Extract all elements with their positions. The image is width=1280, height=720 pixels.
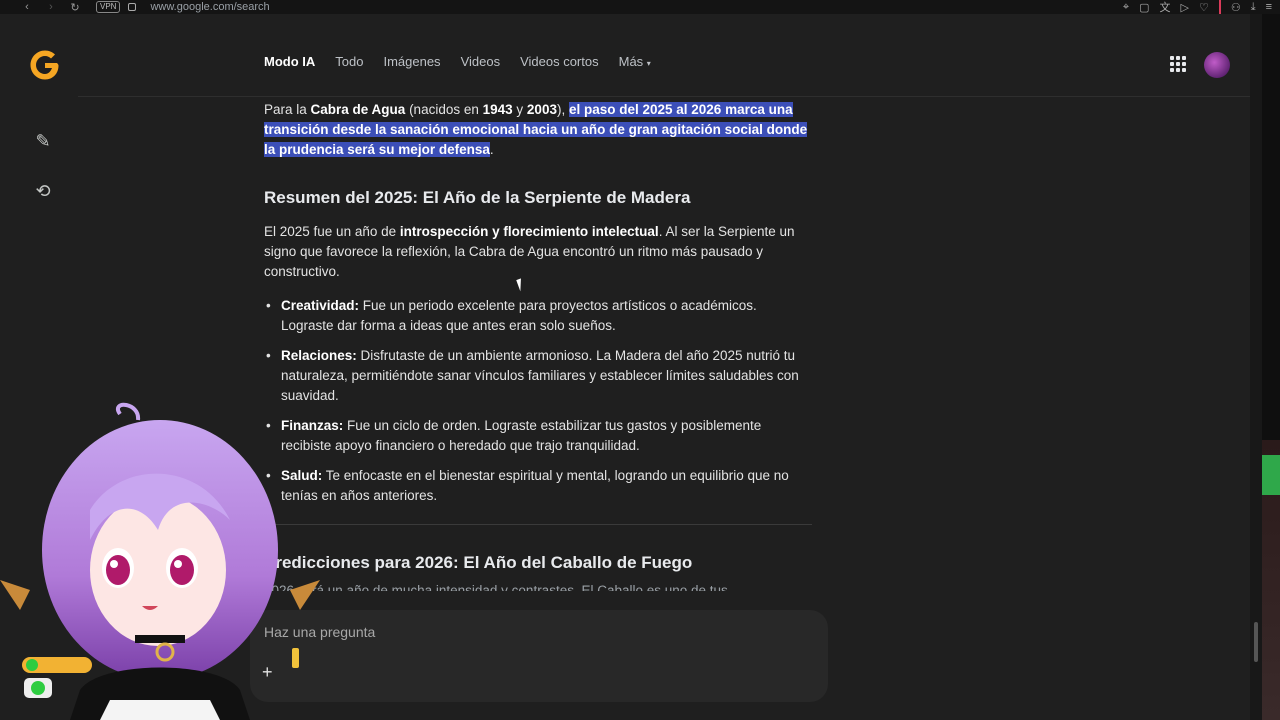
play-icon[interactable]: ▷ — [1180, 1, 1188, 14]
background-window-icon — [1262, 455, 1280, 495]
para-text: El 2025 fue un año de — [264, 224, 400, 239]
overlay-badge — [22, 657, 92, 673]
status-dot-icon — [26, 659, 38, 671]
snapshot-icon[interactable]: ▢ — [1139, 1, 1149, 14]
apps-grid-icon[interactable] — [1170, 56, 1186, 72]
toolbar-icons: ⌖ ▢ 文 ▷ ♡ ⚇ ⤓ ≡ — [1123, 0, 1272, 14]
intro-bold: Cabra de Agua — [310, 102, 406, 117]
list-item: Relaciones: Disfrutaste de un ambiente a… — [264, 346, 812, 406]
tab-todo[interactable]: Todo — [335, 54, 363, 69]
tab-imagenes[interactable]: Imágenes — [383, 54, 440, 69]
browser-toolbar: ‹ › ↻ VPN www.google.com/search ⌖ ▢ 文 ▷ … — [0, 0, 1280, 14]
bullet-label: Creatividad: — [281, 298, 360, 313]
tab-mas[interactable]: Más ▾ — [619, 54, 651, 69]
list-item: Creatividad: Fue un periodo excelente pa… — [264, 296, 812, 336]
search-tabs: Modo IA Todo Imágenes Videos Videos cort… — [264, 54, 651, 69]
account-avatar[interactable] — [1204, 52, 1230, 78]
pin-icon[interactable]: ⌖ — [1123, 1, 1129, 14]
scrollbar-thumb[interactable] — [1254, 622, 1258, 662]
intro-text: Para la — [264, 102, 311, 117]
heart-icon[interactable]: ♡ — [1199, 1, 1209, 14]
tab-modo-ia[interactable]: Modo IA — [264, 54, 315, 69]
para-bold: introspección y florecimiento intelectua… — [399, 224, 659, 239]
overlay-badge — [24, 678, 52, 698]
status-dot-icon — [31, 681, 45, 695]
list-item: Salud: Te enfocaste en el bienestar espi… — [264, 466, 812, 506]
section-divider — [264, 524, 812, 525]
history-icon[interactable]: ⟲ — [30, 178, 56, 204]
bullet-text: Te enfocaste en el bienestar espiritual … — [281, 468, 789, 503]
tab-mas-label: Más — [618, 54, 644, 69]
partial-paragraph: 2026 será un año de mucha intensidad y c… — [264, 583, 728, 591]
vpn-badge[interactable]: VPN — [96, 1, 121, 13]
tab-divider — [1218, 0, 1221, 14]
intro-paragraph: Para la Cabra de Agua (nacidos en 1943 y… — [264, 100, 812, 160]
ask-box: + — [250, 610, 828, 702]
intro-text: y — [512, 102, 527, 117]
tab-videos[interactable]: Videos — [461, 54, 501, 69]
lock-icon[interactable] — [128, 3, 137, 11]
download-icon[interactable]: ⤓ — [1251, 1, 1256, 14]
header-divider — [78, 96, 1250, 97]
bullet-label: Relaciones: — [281, 348, 357, 363]
ai-answer: Para la Cabra de Agua (nacidos en 1943 y… — [264, 100, 812, 591]
tab-videos-cortos[interactable]: Videos cortos — [520, 54, 599, 69]
question-input[interactable] — [264, 624, 664, 640]
intro-text: . — [489, 142, 494, 157]
new-chat-icon[interactable]: ✎ — [30, 128, 56, 154]
bullet-text: Fue un ciclo de orden. Lograste estabili… — [281, 418, 762, 453]
section-paragraph: El 2025 fue un año de introspección y fl… — [264, 222, 812, 282]
menu-icon[interactable]: ≡ — [1266, 1, 1272, 13]
reload-icon[interactable]: ↻ — [68, 1, 82, 14]
back-icon[interactable]: ‹ — [20, 1, 34, 13]
bullet-list: Creatividad: Fue un periodo excelente pa… — [264, 296, 812, 506]
url-bar[interactable]: www.google.com/search — [150, 1, 269, 13]
intro-text: ), — [556, 102, 569, 117]
intro-bold: 1943 — [482, 102, 513, 117]
account-icon[interactable]: ⚇ — [1231, 1, 1241, 14]
dropdown-arrow-icon: ▾ — [646, 59, 651, 68]
scrollbar-track[interactable] — [1250, 14, 1262, 720]
translate-icon[interactable]: 文 — [1159, 0, 1170, 15]
section-heading-2: Predicciones para 2026: El Año del Cabal… — [264, 553, 693, 572]
list-item: Finanzas: Fue un ciclo de orden. Lograst… — [264, 416, 812, 456]
bullet-text: Disfrutaste de un ambiente armonioso. La… — [281, 348, 799, 403]
section-heading: Resumen del 2025: El Año de la Serpiente… — [264, 188, 691, 207]
google-logo-icon[interactable] — [28, 48, 62, 82]
intro-bold: 2003 — [526, 102, 557, 117]
intro-text: (nacidos en — [405, 102, 483, 117]
forward-icon[interactable]: › — [44, 1, 58, 13]
